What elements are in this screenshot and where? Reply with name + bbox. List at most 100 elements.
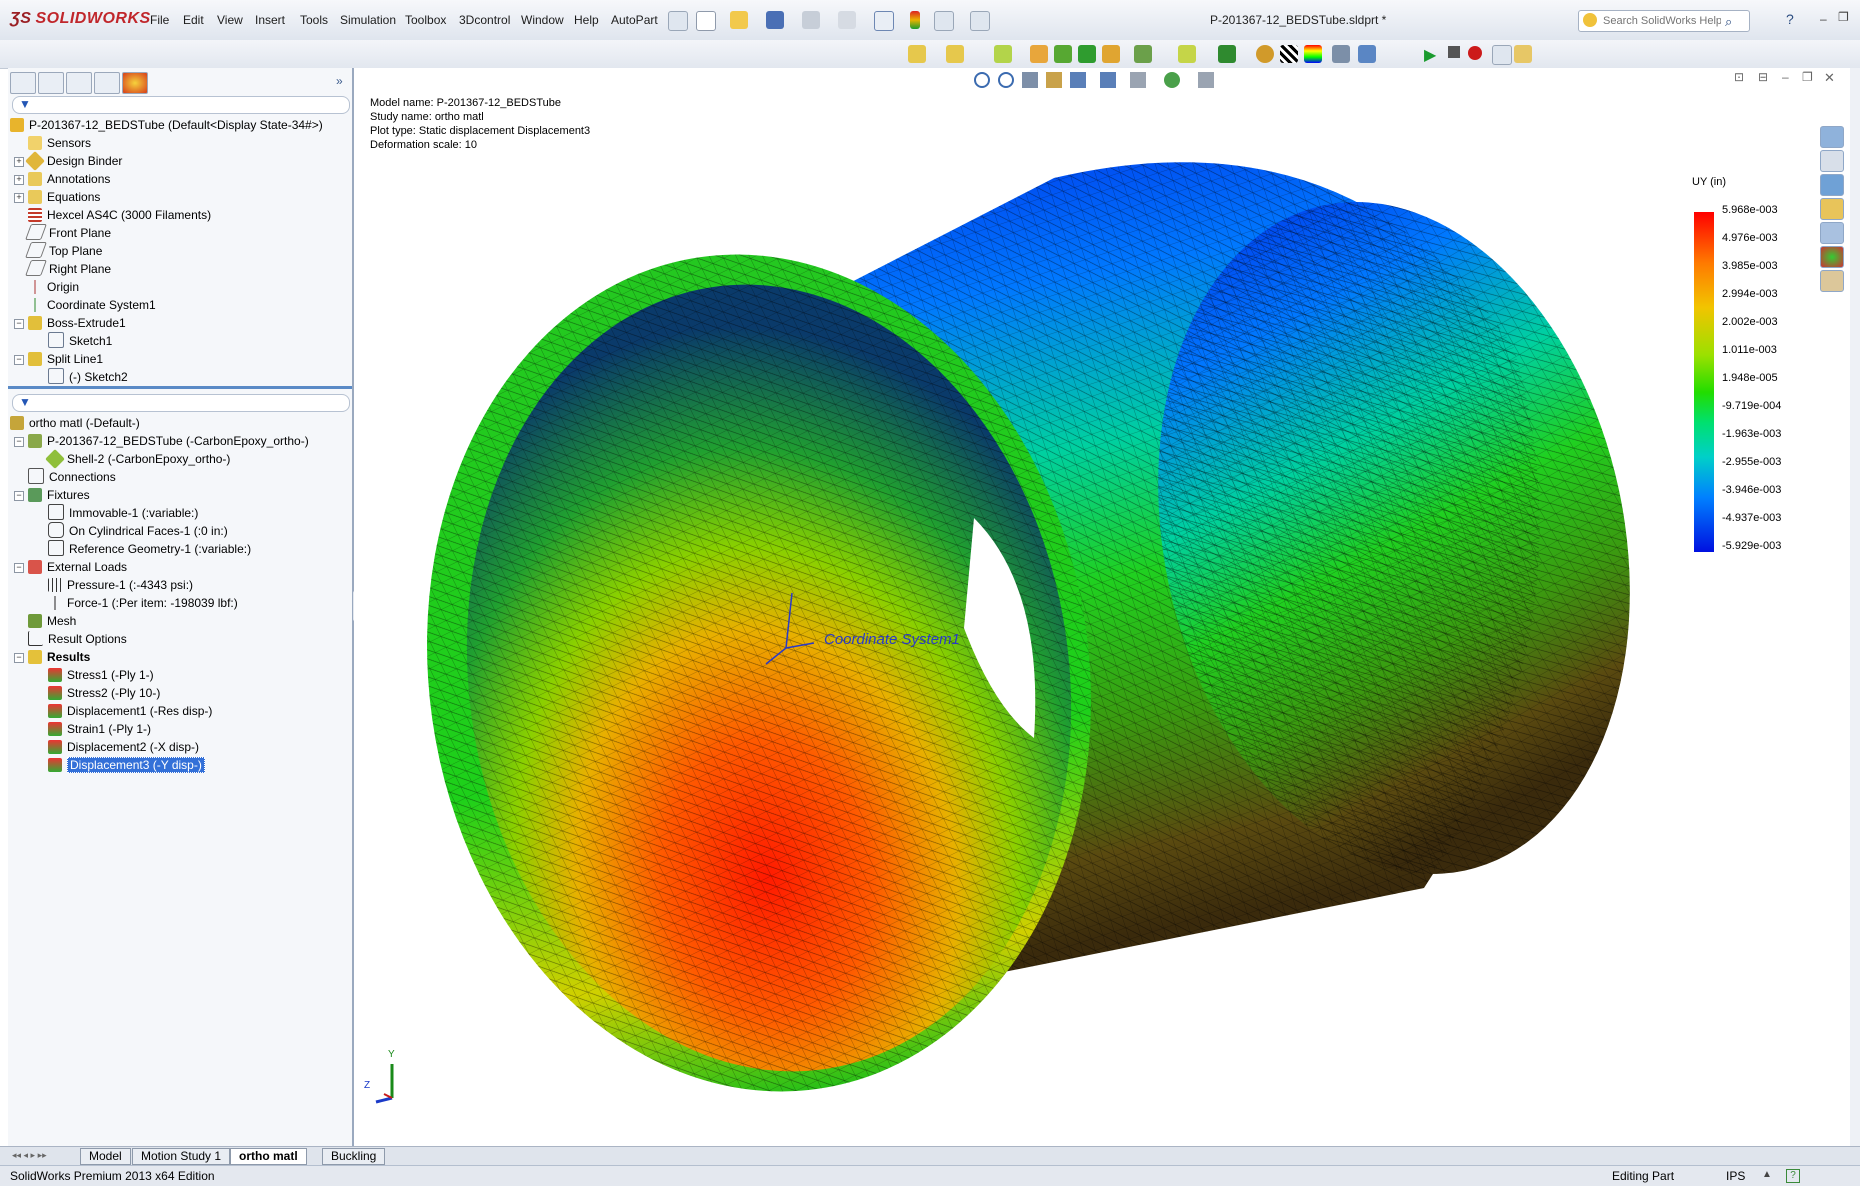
- tree-item-material[interactable]: Hexcel AS4C (3000 Filaments): [28, 206, 211, 224]
- study-item-cylindrical-faces[interactable]: On Cylindrical Faces-1 (:0 in:): [48, 522, 228, 540]
- result-strain1[interactable]: Strain1 (-Ply 1-): [48, 720, 151, 738]
- tree-item-equations[interactable]: Equations: [28, 188, 100, 206]
- help-question-icon[interactable]: ?: [1786, 11, 1794, 27]
- connections-icon[interactable]: [1054, 45, 1072, 63]
- open-folder-icon[interactable]: [730, 11, 748, 29]
- record-icon[interactable]: [1468, 46, 1482, 60]
- expand-pane-icon[interactable]: »: [336, 74, 343, 88]
- tab-ortho-matl[interactable]: ortho matl: [230, 1148, 307, 1165]
- study-item-external-loads[interactable]: External Loads: [28, 558, 127, 576]
- menu-edit[interactable]: Edit: [183, 13, 204, 27]
- study-tree-filter[interactable]: ▼: [12, 394, 350, 412]
- menu-3dcontrol[interactable]: 3Dcontrol: [459, 13, 510, 27]
- study-item-force[interactable]: Force-1 (:Per item: -198039 lbf:): [48, 594, 238, 612]
- tree-item-sketch1[interactable]: Sketch1: [48, 332, 112, 350]
- loads-icon[interactable]: [1030, 45, 1048, 63]
- play-icon[interactable]: ▶: [1424, 45, 1436, 65]
- collapse-toggle[interactable]: −: [14, 491, 24, 501]
- menu-simulation[interactable]: Simulation: [340, 13, 396, 27]
- fixtures-icon[interactable]: [994, 45, 1012, 63]
- appearances-icon[interactable]: [1820, 246, 1844, 268]
- results-advisor-icon[interactable]: [1178, 45, 1196, 63]
- plot-tools-icon[interactable]: [1304, 45, 1322, 63]
- new-study-icon[interactable]: [908, 45, 926, 63]
- study-item-connections[interactable]: Connections: [28, 468, 116, 486]
- help-search-input[interactable]: [1601, 13, 1723, 29]
- design-insight-icon[interactable]: [1280, 45, 1298, 63]
- menu-tools[interactable]: Tools: [300, 13, 328, 27]
- file-properties-icon[interactable]: [934, 11, 954, 31]
- study-item-immovable[interactable]: Immovable-1 (:variable:): [48, 504, 198, 522]
- help-status-icon[interactable]: ?: [1786, 1169, 1800, 1183]
- result-displacement1[interactable]: Displacement1 (-Res disp-): [48, 702, 212, 720]
- select-cursor-icon[interactable]: [874, 11, 894, 31]
- deformed-result-icon[interactable]: [1218, 45, 1236, 63]
- tab-dimxpert[interactable]: [94, 72, 120, 94]
- study-item-result-options[interactable]: Result Options: [28, 630, 127, 648]
- expand-toggle[interactable]: +: [14, 193, 24, 203]
- menu-help[interactable]: Help: [574, 13, 599, 27]
- tree-item-right-plane[interactable]: Right Plane: [25, 260, 111, 278]
- animation-file-icon[interactable]: [1492, 45, 1512, 65]
- tree-item-sensors[interactable]: Sensors: [28, 134, 91, 152]
- feature-tree-root[interactable]: P-201367-12_BEDSTube (Default<Display St…: [10, 116, 323, 134]
- mesh-icon[interactable]: [1134, 45, 1152, 63]
- study-item-pressure[interactable]: Pressure-1 (:-4343 psi:): [48, 576, 193, 594]
- unit-dropdown-icon[interactable]: ▲: [1762, 1169, 1772, 1180]
- tab-configurationmanager[interactable]: [66, 72, 92, 94]
- graphics-viewport[interactable]: ⊡ ⊟ – ❐ ✕ Coordinate System1 Y Z: [354, 68, 1850, 1146]
- view-palette-icon[interactable]: [1820, 222, 1844, 244]
- unit-system-selector[interactable]: IPS: [1726, 1169, 1745, 1183]
- restore-window-icon[interactable]: ❐: [1838, 10, 1849, 24]
- collapse-toggle[interactable]: −: [14, 437, 24, 447]
- study-item-results[interactable]: Results: [28, 648, 90, 666]
- displacement-plot[interactable]: [354, 68, 1850, 1146]
- collapse-toggle[interactable]: −: [14, 653, 24, 663]
- file-explorer-icon[interactable]: [1820, 198, 1844, 220]
- tree-item-top-plane[interactable]: Top Plane: [25, 242, 102, 260]
- sw-resources-icon[interactable]: [1820, 126, 1844, 148]
- minimize-window-icon[interactable]: –: [1820, 12, 1827, 26]
- collapse-toggle[interactable]: −: [14, 319, 24, 329]
- tab-buckling[interactable]: Buckling: [322, 1148, 386, 1165]
- animation-settings-icon[interactable]: [1514, 45, 1532, 63]
- save-icon[interactable]: [766, 11, 784, 29]
- menu-file[interactable]: File: [150, 13, 169, 27]
- solidworks-logo[interactable]: ƷS SOLIDWORKS: [10, 10, 151, 28]
- study-tree-root[interactable]: ortho matl (-Default-): [10, 414, 140, 432]
- study-item-mesh[interactable]: Mesh: [28, 612, 76, 630]
- result-stress2[interactable]: Stress2 (-Ply 10-): [48, 684, 160, 702]
- pin-icon[interactable]: [668, 11, 688, 31]
- compare-results-icon[interactable]: [1256, 45, 1274, 63]
- tree-item-split-line[interactable]: Split Line1: [28, 350, 103, 368]
- tree-item-origin[interactable]: Origin: [28, 278, 79, 296]
- result-displacement3[interactable]: Displacement3 (-Y disp-): [48, 756, 205, 774]
- menu-window[interactable]: Window: [521, 13, 564, 27]
- expand-toggle[interactable]: +: [14, 175, 24, 185]
- print-icon[interactable]: [802, 11, 820, 29]
- menu-insert[interactable]: Insert: [255, 13, 285, 27]
- options-filter-icon[interactable]: [970, 11, 990, 31]
- study-item-reference-geometry[interactable]: Reference Geometry-1 (:variable:): [48, 540, 251, 558]
- tab-featuremanager[interactable]: [10, 72, 36, 94]
- tab-display-manager[interactable]: [122, 72, 148, 94]
- tree-item-annotations[interactable]: Annotations: [28, 170, 110, 188]
- shell-manager-icon[interactable]: [1078, 45, 1096, 63]
- design-library-icon[interactable]: [1820, 174, 1844, 196]
- feature-tree-filter[interactable]: ▼: [12, 96, 350, 114]
- apply-material-icon[interactable]: [946, 45, 964, 63]
- undo-icon[interactable]: [838, 11, 856, 29]
- tab-motion-study[interactable]: Motion Study 1: [132, 1148, 231, 1165]
- tree-item-boss-extrude[interactable]: Boss-Extrude1: [28, 314, 126, 332]
- study-item-shell[interactable]: Shell-2 (-CarbonEpoxy_ortho-): [45, 449, 230, 469]
- run-study-icon[interactable]: [1102, 45, 1120, 63]
- menu-autopart[interactable]: AutoPart: [611, 13, 658, 27]
- study-item-part[interactable]: P-201367-12_BEDSTube (-CarbonEpoxy_ortho…: [28, 432, 309, 450]
- include-image-icon[interactable]: [1358, 45, 1376, 63]
- tree-item-front-plane[interactable]: Front Plane: [25, 224, 111, 242]
- tab-model[interactable]: Model: [80, 1148, 131, 1165]
- rebuild-traffic-light-icon[interactable]: [910, 11, 920, 29]
- tree-splitter[interactable]: [8, 386, 352, 389]
- tab-scroll-arrows-icon[interactable]: ◂◂ ◂ ▸ ▸▸: [12, 1150, 47, 1161]
- tree-item-design-binder[interactable]: Design Binder: [25, 151, 122, 171]
